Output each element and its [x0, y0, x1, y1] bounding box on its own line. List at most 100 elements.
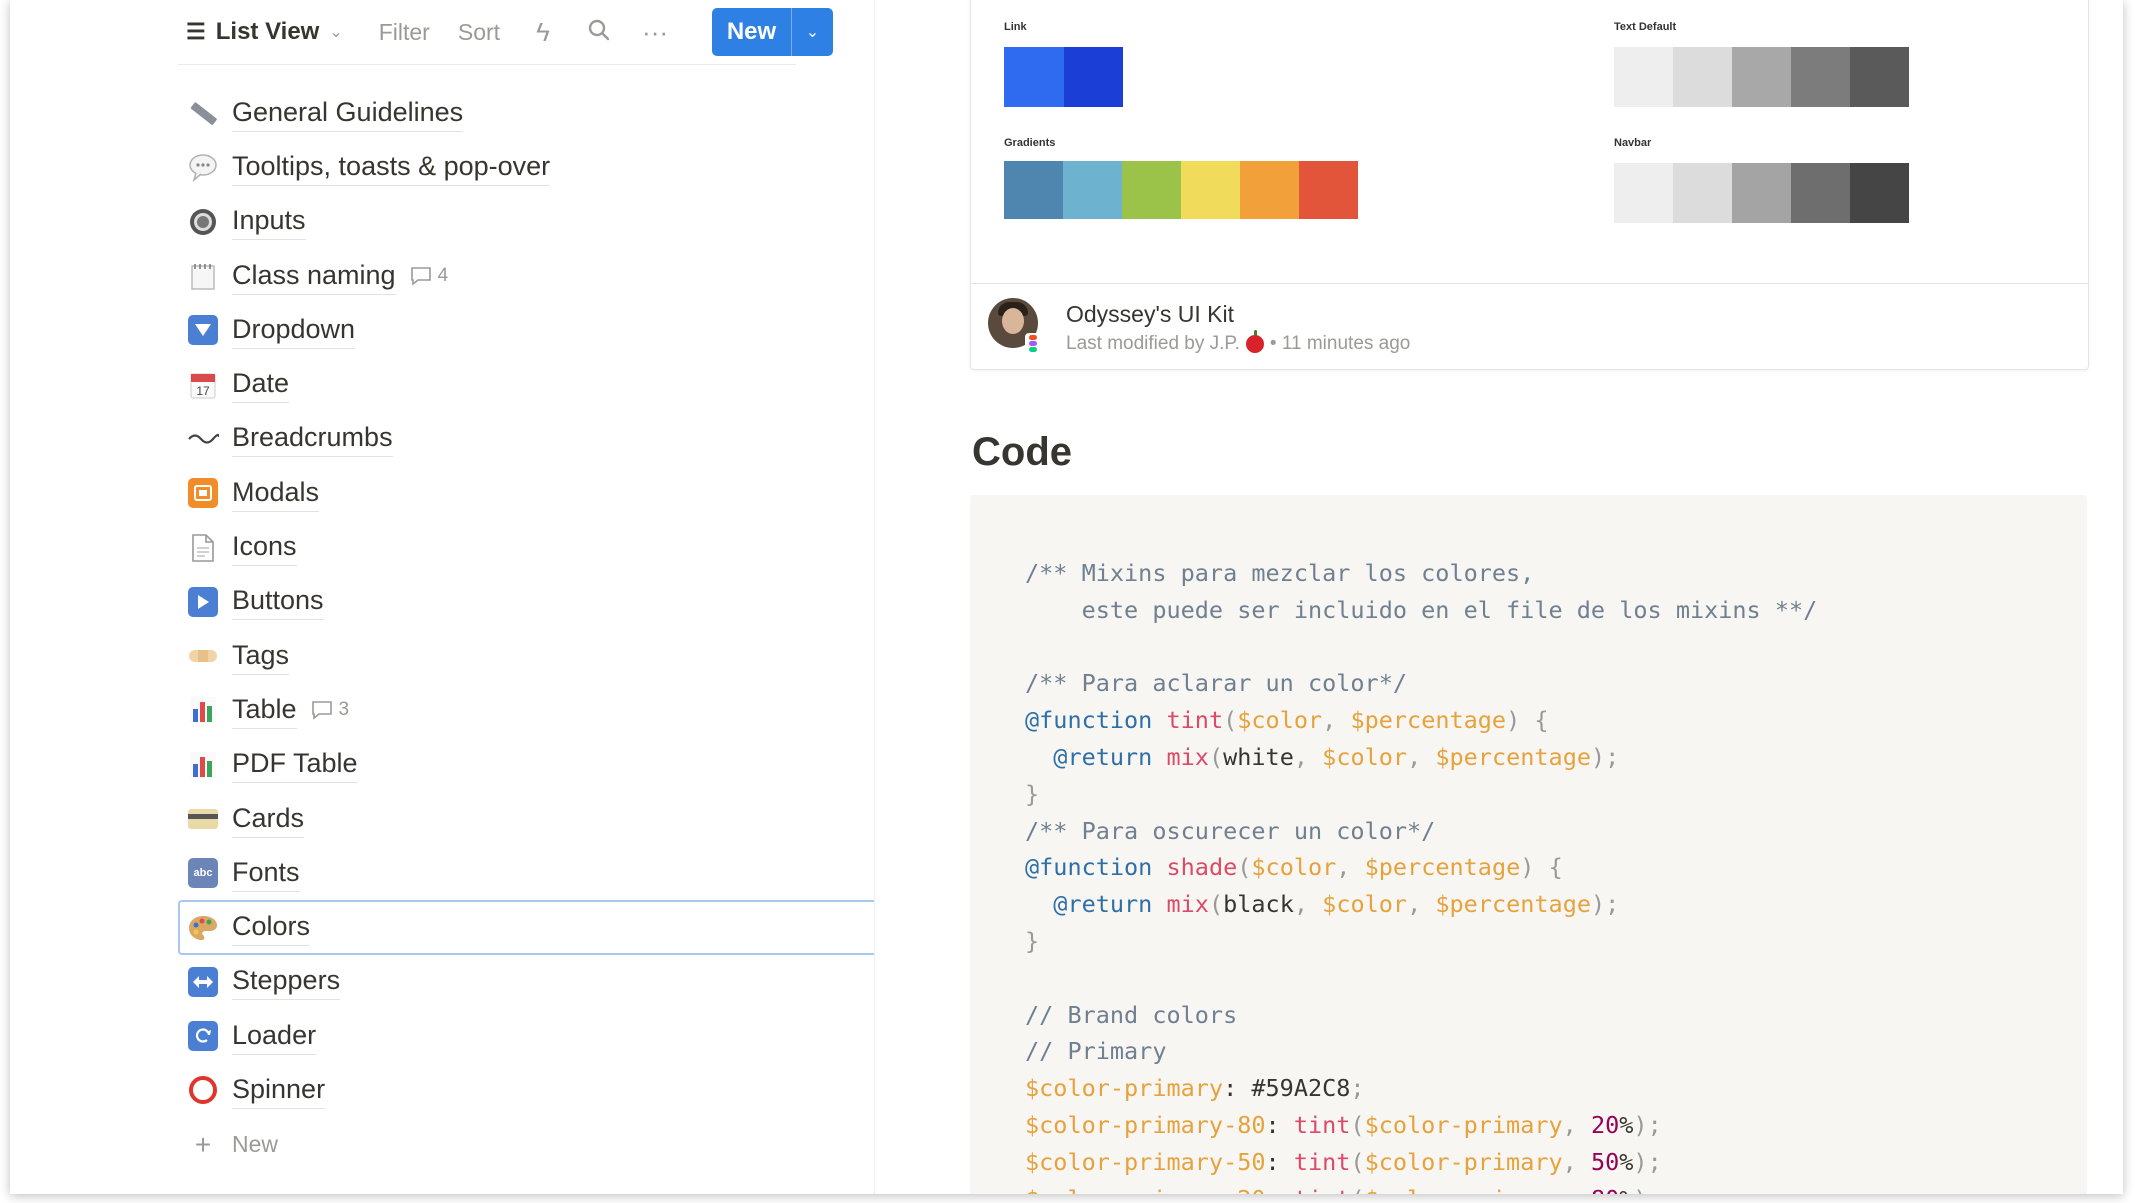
- list-item-label: PDF Table: [232, 746, 358, 784]
- list-item-label: Loader: [232, 1018, 317, 1055]
- automation-lightning-icon[interactable]: ϟ: [530, 17, 556, 48]
- list-view-icon: ☰: [186, 19, 206, 44]
- figma-card-footer: Odyssey's UI Kit Last modified by J.P. •…: [971, 283, 2088, 369]
- embed-title[interactable]: Odyssey's UI Kit: [1066, 301, 1234, 328]
- apple-emoji-icon: [1245, 330, 1264, 353]
- list-item[interactable]: 17 Date: [178, 357, 878, 411]
- new-button[interactable]: New: [712, 18, 791, 46]
- view-switcher[interactable]: ☰ List View ⌄: [178, 12, 351, 52]
- svg-text:17: 17: [196, 384, 210, 398]
- list-item[interactable]: Buttons: [178, 575, 878, 629]
- list-item[interactable]: Modals: [178, 466, 878, 520]
- new-button-group: New ⌄: [712, 8, 833, 56]
- figma-preview[interactable]: Link Text Default Gradients Navbar: [971, 0, 2088, 284]
- comment-count[interactable]: 3: [311, 699, 350, 721]
- gradients-swatch-label: Gradients: [1004, 137, 1056, 149]
- calendar-icon: 17: [186, 368, 220, 402]
- swatch: [1732, 47, 1791, 107]
- figma-logo-icon: [1025, 333, 1041, 353]
- modal-box-icon: [186, 476, 220, 510]
- list-item[interactable]: PDF Table: [178, 738, 878, 792]
- code-content[interactable]: /** Mixins para mezclar los colores, est…: [1025, 555, 1817, 1194]
- radio-button-icon: [186, 205, 220, 239]
- last-modified-text: Last modified by J.P.: [1066, 333, 1240, 354]
- list-item-label: Class naming: [232, 258, 396, 295]
- list-item-label: Dropdown: [232, 312, 356, 349]
- bandage-icon: [186, 639, 220, 673]
- list-item[interactable]: Breadcrumbs: [178, 412, 878, 466]
- list-item[interactable]: Tags: [178, 629, 878, 683]
- gradient-swatches: [1004, 161, 1358, 219]
- list-item-label: Fonts: [232, 855, 300, 892]
- filter-button[interactable]: Filter: [379, 19, 430, 46]
- list-item-label: General Guidelines: [232, 95, 464, 132]
- list-item-selected[interactable]: Colors: [178, 900, 878, 955]
- link-swatches: [1004, 47, 1123, 107]
- modified-time-text: • 11 minutes ago: [1269, 333, 1411, 354]
- page-icon: [186, 531, 220, 565]
- ruler-icon: [186, 96, 220, 130]
- comment-icon: [311, 701, 332, 721]
- figma-embed-card[interactable]: Link Text Default Gradients Navbar Odyss…: [970, 0, 2089, 370]
- list-item-label: Cards: [232, 801, 305, 838]
- database-toolbar: ☰ List View ⌄ Filter Sort ϟ ··· New ⌄: [178, 8, 834, 56]
- red-circle-icon: [186, 1073, 220, 1107]
- list-item[interactable]: Cards: [178, 792, 878, 846]
- speech-bubble-icon: [186, 150, 220, 184]
- list-item[interactable]: abc Fonts: [178, 846, 878, 900]
- swatch: [1004, 47, 1064, 107]
- chevron-down-icon: ⌄: [329, 24, 343, 41]
- navbar-swatches: [1614, 163, 1909, 223]
- swatch: [1673, 47, 1732, 107]
- swatch: [1004, 161, 1063, 219]
- list-item[interactable]: Tooltips, toasts & pop-over: [178, 140, 878, 194]
- bar-chart-icon: [186, 693, 220, 727]
- wavy-dash-icon: [186, 422, 220, 456]
- page-content: Link Text Default Gradients Navbar Odyss…: [875, 0, 2123, 1194]
- list-item[interactable]: Table 3: [178, 683, 878, 737]
- list-item[interactable]: Class naming 4: [178, 249, 878, 303]
- text-default-swatches: [1614, 47, 1909, 107]
- list-item[interactable]: Loader: [178, 1009, 878, 1063]
- comment-icon: [410, 267, 431, 286]
- list-item[interactable]: General Guidelines: [178, 86, 878, 140]
- sort-button[interactable]: Sort: [458, 19, 500, 46]
- text-default-swatch-label: Text Default: [1614, 21, 1677, 33]
- list-item[interactable]: Icons: [178, 520, 878, 574]
- list-item-label: Buttons: [232, 583, 324, 621]
- play-button-icon: [186, 585, 220, 619]
- swatch: [1850, 47, 1909, 107]
- list-item[interactable]: Spinner: [178, 1063, 878, 1117]
- add-new-row[interactable]: + New: [178, 1118, 878, 1172]
- list-item-label: Steppers: [232, 963, 341, 1001]
- list-item[interactable]: Inputs: [178, 195, 878, 249]
- swatch: [1614, 47, 1673, 107]
- list-item[interactable]: Dropdown: [178, 303, 878, 357]
- list-item-label: Modals: [232, 475, 320, 512]
- list-item-label: Colors: [232, 909, 311, 947]
- add-new-label: New: [232, 1130, 279, 1157]
- embed-meta: Last modified by J.P. • 11 minutes ago: [1066, 330, 1411, 355]
- abc-icon: abc: [186, 856, 220, 890]
- database-list-pane: ☰ List View ⌄ Filter Sort ϟ ··· New ⌄ Ge…: [10, 0, 878, 1194]
- list-item-label: Tooltips, toasts & pop-over: [232, 149, 551, 186]
- comment-count[interactable]: 4: [410, 265, 449, 287]
- swatch: [1791, 47, 1850, 107]
- list-item-label: Inputs: [232, 203, 306, 241]
- code-block[interactable]: /** Mixins para mezclar los colores, est…: [970, 495, 2087, 1194]
- credit-card-icon: [186, 802, 220, 836]
- list-item-label: Spinner: [232, 1072, 326, 1109]
- search-icon[interactable]: [586, 17, 612, 48]
- list-item-label: Date: [232, 366, 290, 404]
- app-window: ☰ List View ⌄ Filter Sort ϟ ··· New ⌄ Ge…: [10, 0, 2123, 1194]
- more-options-icon[interactable]: ···: [642, 17, 668, 48]
- swatch: [1064, 47, 1123, 107]
- comment-count-value: 4: [437, 265, 449, 287]
- comment-count-value: 3: [338, 699, 350, 721]
- list-item[interactable]: Steppers: [178, 955, 878, 1009]
- toolbar-divider: [178, 64, 796, 65]
- new-dropdown-chevron-icon[interactable]: ⌄: [792, 22, 833, 42]
- section-heading[interactable]: Code: [972, 430, 1072, 475]
- plus-icon: +: [194, 1128, 212, 1160]
- spiral-notepad-icon: [186, 259, 220, 293]
